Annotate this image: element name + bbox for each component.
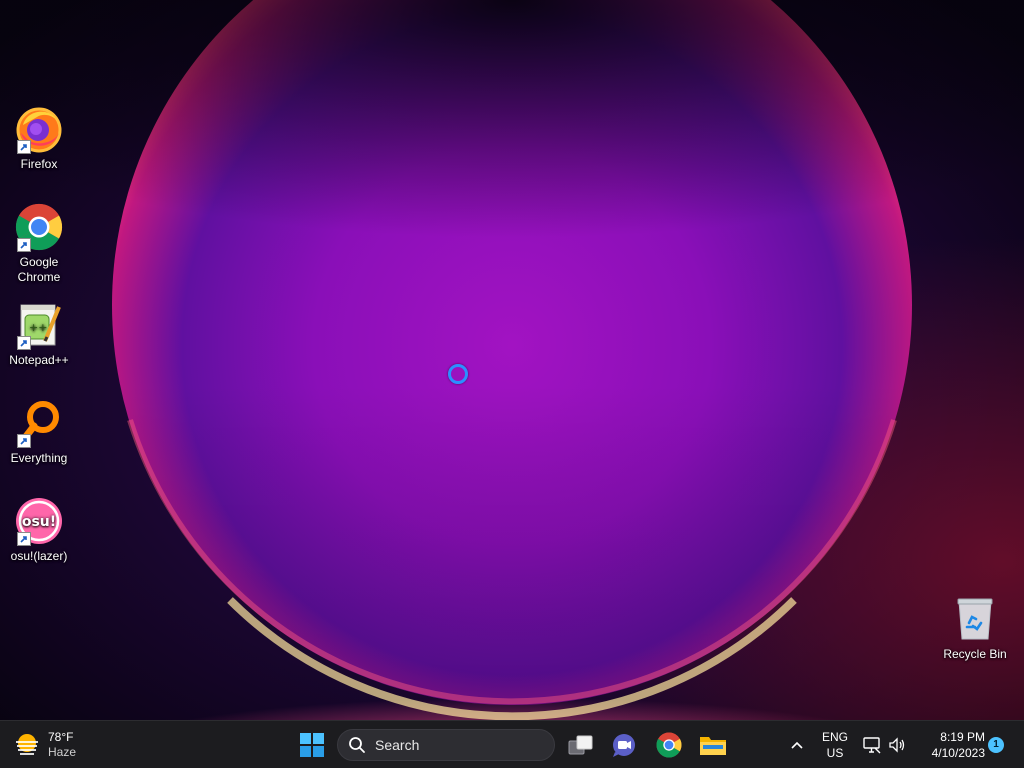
chevron-up-icon <box>791 741 803 749</box>
desktop-icon-label: Recycle Bin <box>943 647 1007 661</box>
desktop-icon-label: Google Chrome <box>17 255 61 284</box>
osu-logo-text: osu! <box>22 514 56 530</box>
task-view-icon <box>568 735 593 755</box>
shortcut-arrow-icon <box>17 532 31 546</box>
osu-icon: osu! <box>14 496 64 546</box>
taskbar: 78°F Haze Search ENG US 8:19 PM 4/10/202… <box>0 720 1024 768</box>
desktop[interactable]: Firefox Google Chrome ++ Notepad++ Every… <box>0 0 1024 720</box>
desktop-icon-google-chrome[interactable]: Google Chrome <box>1 202 77 285</box>
busy-cursor-icon <box>448 364 468 384</box>
weather-temperature: 78°F <box>48 730 74 744</box>
chrome-icon <box>656 732 682 758</box>
weather-condition: Haze <box>48 745 77 759</box>
desktop-icon-label: Notepad++ <box>9 353 69 367</box>
clock-time: 8:19 PM <box>940 730 985 744</box>
desktop-icon-notepad-plus-plus[interactable]: ++ Notepad++ <box>1 300 77 368</box>
weather-widget[interactable]: 78°F Haze <box>14 727 76 763</box>
taskbar-teams-chat-button[interactable] <box>608 729 640 761</box>
clock-date: 4/10/2023 <box>931 746 985 760</box>
system-clock[interactable]: 8:19 PM 4/10/2023 <box>915 729 985 761</box>
firefox-icon <box>14 104 64 154</box>
file-explorer-icon <box>700 737 726 755</box>
notification-count-badge[interactable]: 1 <box>988 737 1004 753</box>
svg-text:++: ++ <box>29 321 47 334</box>
desktop-icon-everything[interactable]: Everything <box>1 398 77 466</box>
shortcut-arrow-icon <box>17 434 31 448</box>
keyboard-layout: US <box>826 746 844 760</box>
start-button[interactable] <box>298 731 326 759</box>
taskbar-task-view-button[interactable] <box>565 729 597 761</box>
volume-icon[interactable] <box>887 735 907 755</box>
show-hidden-icons-button[interactable] <box>787 735 807 755</box>
shortcut-arrow-icon <box>17 336 31 350</box>
taskbar-chrome-button[interactable] <box>653 729 685 761</box>
desktop-icon-firefox[interactable]: Firefox <box>1 104 77 172</box>
search-icon <box>349 737 365 753</box>
haze-weather-icon <box>16 734 38 755</box>
desktop-icon-recycle-bin[interactable]: Recycle Bin <box>937 594 1013 662</box>
language-code: ENG <box>821 730 848 744</box>
windows-logo-icon <box>300 733 324 757</box>
shortcut-arrow-icon <box>17 238 31 252</box>
chrome-icon <box>14 202 64 252</box>
desktop-icon-label: osu!(lazer) <box>10 549 68 563</box>
search-label: Search <box>375 737 420 753</box>
input-language-indicator[interactable]: ENG US <box>818 729 852 761</box>
network-icon[interactable] <box>862 735 882 755</box>
teams-chat-icon <box>613 734 635 757</box>
desktop-wallpaper <box>0 0 1024 720</box>
recycle-bin-icon <box>950 594 1000 644</box>
notepad-plus-plus-icon: ++ <box>14 300 64 350</box>
desktop-icon-label: Everything <box>10 451 68 465</box>
taskbar-search-box[interactable]: Search <box>337 729 555 761</box>
desktop-icon-osu-lazer[interactable]: osu! osu!(lazer) <box>1 496 77 564</box>
everything-search-icon <box>14 398 64 448</box>
desktop-icon-label: Firefox <box>20 157 58 171</box>
shortcut-arrow-icon <box>17 140 31 154</box>
taskbar-file-explorer-button[interactable] <box>697 729 729 761</box>
